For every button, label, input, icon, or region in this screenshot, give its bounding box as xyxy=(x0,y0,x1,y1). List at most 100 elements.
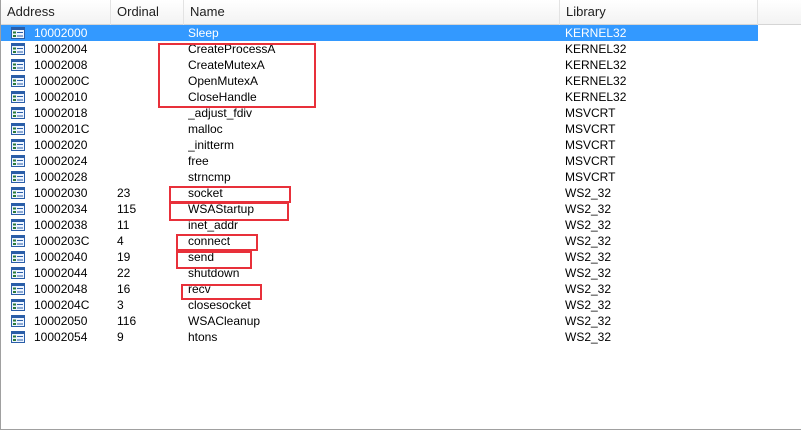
cell-ordinal: 16 xyxy=(117,282,131,296)
cell-address: 10002008 xyxy=(34,58,88,72)
cell-library: KERNEL32 xyxy=(565,58,627,72)
import-function-icon xyxy=(11,59,25,71)
cell-name: strncmp xyxy=(188,170,231,184)
cell-name: free xyxy=(188,154,209,168)
table-row[interactable]: 10002020 _initterm MSVCRT xyxy=(1,137,758,153)
cell-ordinal: 115 xyxy=(117,202,137,216)
cell-library: MSVCRT xyxy=(565,138,616,152)
cell-ordinal: 22 xyxy=(117,266,131,280)
cell-ordinal xyxy=(117,105,177,121)
cell-name: WSACleanup xyxy=(188,314,261,328)
cell-library: MSVCRT xyxy=(565,170,616,184)
table-row[interactable]: 10002040 19 send WS2_32 xyxy=(1,249,758,265)
cell-ordinal: 9 xyxy=(117,330,124,344)
import-function-icon xyxy=(11,43,25,55)
cell-address: 10002044 xyxy=(34,266,88,280)
column-header-filler xyxy=(758,0,801,25)
cell-name: recv xyxy=(188,282,211,296)
cell-ordinal: 19 xyxy=(117,250,131,264)
import-function-icon xyxy=(11,155,25,167)
import-function-icon xyxy=(11,171,25,183)
cell-address: 1000204C xyxy=(34,298,90,312)
cell-ordinal xyxy=(117,73,177,89)
cell-address: 10002024 xyxy=(34,154,88,168)
cell-ordinal xyxy=(117,169,177,185)
cell-address: 10002028 xyxy=(34,170,88,184)
cell-address: 1000200C xyxy=(34,74,90,88)
cell-address: 1000203C xyxy=(34,234,90,248)
column-header-library[interactable]: Library xyxy=(560,0,758,25)
cell-name: CreateProcessA xyxy=(188,42,276,56)
import-function-icon xyxy=(11,299,25,311)
import-function-icon xyxy=(11,75,25,87)
table-row[interactable]: 1000201C malloc MSVCRT xyxy=(1,121,758,137)
cell-library: WS2_32 xyxy=(565,298,612,312)
cell-name: Sleep xyxy=(188,26,219,40)
table-row[interactable]: 1000204C 3 closesocket WS2_32 xyxy=(1,297,758,313)
cell-name: send xyxy=(188,250,215,264)
table-row[interactable]: 10002034 115 WSAStartup WS2_32 xyxy=(1,201,758,217)
imports-list-view[interactable]: Address Ordinal Name Library 10002000 Sle… xyxy=(0,0,801,430)
import-function-icon xyxy=(11,123,25,135)
cell-ordinal xyxy=(117,25,177,41)
import-function-icon xyxy=(11,283,25,295)
cell-address: 10002038 xyxy=(34,218,88,232)
cell-name: shutdown xyxy=(188,266,240,280)
import-function-icon xyxy=(11,107,25,119)
import-function-icon xyxy=(11,27,25,39)
cell-ordinal: 116 xyxy=(117,314,137,328)
cell-ordinal: 3 xyxy=(117,298,124,312)
cell-ordinal: 4 xyxy=(117,234,124,248)
column-header-name[interactable]: Name xyxy=(184,0,560,25)
cell-library: MSVCRT xyxy=(565,106,616,120)
cell-name: malloc xyxy=(188,122,223,136)
cell-address: 10002040 xyxy=(34,250,88,264)
import-function-icon xyxy=(11,267,25,279)
cell-library: WS2_32 xyxy=(565,202,612,216)
cell-ordinal xyxy=(117,89,177,105)
table-row[interactable]: 10002030 23 socket WS2_32 xyxy=(1,185,758,201)
cell-address: 10002048 xyxy=(34,282,88,296)
import-function-icon xyxy=(11,235,25,247)
cell-ordinal xyxy=(117,153,177,169)
cell-address: 10002020 xyxy=(34,138,88,152)
cell-address: 10002000 xyxy=(34,26,88,40)
column-header-bar: Address Ordinal Name Library xyxy=(1,0,801,25)
cell-library: WS2_32 xyxy=(565,250,612,264)
cell-address: 10002004 xyxy=(34,42,88,56)
import-function-icon xyxy=(11,187,25,199)
import-function-icon xyxy=(11,203,25,215)
cell-library: KERNEL32 xyxy=(565,74,627,88)
table-row[interactable]: 10002048 16 recv WS2_32 xyxy=(1,281,758,297)
cell-ordinal: 11 xyxy=(117,218,130,232)
column-header-ordinal[interactable]: Ordinal xyxy=(111,0,184,25)
cell-ordinal xyxy=(117,41,177,57)
table-row[interactable]: 10002024 free MSVCRT xyxy=(1,153,758,169)
table-row[interactable]: 10002038 11 inet_addr WS2_32 xyxy=(1,217,758,233)
import-function-icon xyxy=(11,139,25,151)
cell-address: 1000201C xyxy=(34,122,90,136)
table-row[interactable]: 10002004 CreateProcessA KERNEL32 xyxy=(1,41,758,57)
table-row[interactable]: 10002044 22 shutdown WS2_32 xyxy=(1,265,758,281)
cell-name: _adjust_fdiv xyxy=(188,106,253,120)
table-row[interactable]: 10002008 CreateMutexA KERNEL32 xyxy=(1,57,758,73)
table-row[interactable]: 10002018 _adjust_fdiv MSVCRT xyxy=(1,105,758,121)
cell-name: _initterm xyxy=(188,138,235,152)
cell-address: 10002050 xyxy=(34,314,88,328)
cell-library: KERNEL32 xyxy=(565,42,627,56)
table-row[interactable]: 1000200C OpenMutexA KERNEL32 xyxy=(1,73,758,89)
table-row[interactable]: 1000203C 4 connect WS2_32 xyxy=(1,233,758,249)
table-row[interactable]: 10002010 CloseHandle KERNEL32 xyxy=(1,89,758,105)
cell-ordinal: 23 xyxy=(117,186,131,200)
table-row[interactable]: 10002000 Sleep KERNEL32 xyxy=(1,25,758,41)
cell-name: WSAStartup xyxy=(188,202,255,216)
cell-library: WS2_32 xyxy=(565,282,612,296)
cell-name: closesocket xyxy=(188,298,251,312)
table-row[interactable]: 10002028 strncmp MSVCRT xyxy=(1,169,758,185)
column-header-address[interactable]: Address xyxy=(1,0,111,25)
table-row[interactable]: 10002050 116 WSACleanup WS2_32 xyxy=(1,313,758,329)
cell-address: 10002030 xyxy=(34,186,88,200)
cell-ordinal xyxy=(117,57,177,73)
cell-library: MSVCRT xyxy=(565,154,616,168)
table-row[interactable]: 10002054 9 htons WS2_32 xyxy=(1,329,758,345)
